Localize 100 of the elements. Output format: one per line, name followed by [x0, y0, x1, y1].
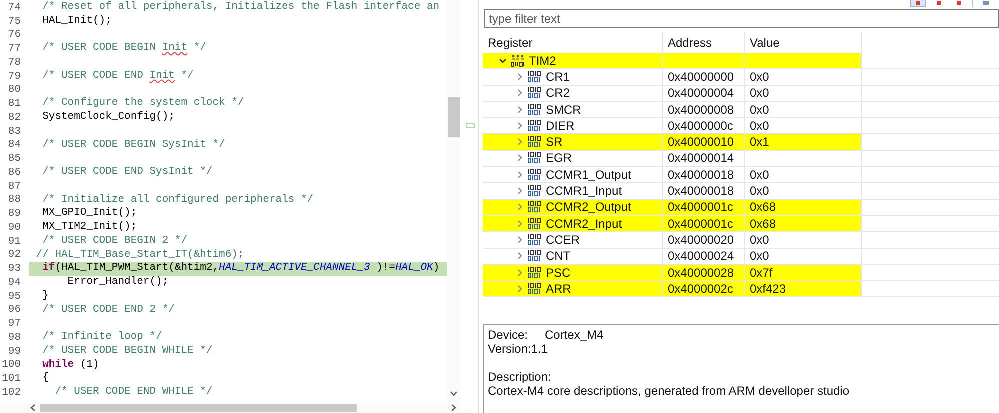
- register-value: 0xf423: [750, 282, 786, 296]
- register-value: 0x68: [750, 200, 776, 214]
- register-row[interactable]: SR 0x40000010 0x1: [483, 134, 862, 150]
- register-name: SR: [546, 135, 563, 150]
- line-number: 82: [7, 112, 22, 124]
- code-line: /* USER CODE END Init */: [42, 70, 194, 84]
- binary-icon: [528, 152, 542, 164]
- register-row[interactable]: CR1 0x40000000 0x0: [483, 69, 862, 85]
- code-line: /* USER CODE BEGIN Init */: [42, 42, 206, 56]
- register-address: 0x40000000: [668, 70, 734, 84]
- code-line: /* USER CODE END 2 */: [42, 304, 175, 318]
- binary-icon: [528, 120, 542, 132]
- register-address: 0x40000008: [668, 102, 734, 117]
- line-number: 84: [7, 139, 22, 152]
- register-name: PSC: [546, 266, 571, 280]
- register-address: 0x4000001c: [668, 200, 734, 214]
- register-address: 0x40000020: [668, 232, 734, 247]
- vertical-scrollbar[interactable]: [447, 0, 461, 403]
- line-number: 99: [7, 346, 22, 358]
- binary-icon: [528, 218, 542, 230]
- device-name: Cortex_M4: [545, 328, 604, 342]
- register-name: CR1: [546, 70, 570, 84]
- register-row[interactable]: CCMR2_Input 0x4000001c 0x68: [483, 216, 862, 232]
- register-name: TIM2: [529, 54, 556, 68]
- binary-icon: [528, 104, 542, 116]
- scrollbar-thumb[interactable]: [40, 404, 357, 412]
- register-value: 0x0: [750, 232, 770, 247]
- chevron-right-icon[interactable]: [516, 170, 524, 179]
- register-value: 0x0: [750, 102, 770, 117]
- scroll-left-icon[interactable]: [30, 404, 36, 412]
- code-line: // HAL_TIM_Base_Start_IT(&htim6);: [35, 248, 244, 262]
- horizontal-scrollbar[interactable]: [0, 403, 461, 413]
- code-editor[interactable]: [0, 0, 461, 413]
- line-number: 88: [7, 194, 22, 206]
- chevron-right-icon[interactable]: [516, 236, 524, 244]
- register-value: 0x0: [750, 168, 770, 182]
- chevron-right-icon[interactable]: [516, 220, 524, 228]
- version-label: Version:: [488, 342, 532, 356]
- register-row[interactable]: ARR 0x4000002c 0xf423: [483, 281, 862, 296]
- chevron-right-icon[interactable]: [516, 154, 524, 162]
- description-text: Cortex-M4 core descriptions, generated from ARM develloper studio: [488, 384, 850, 398]
- register-row[interactable]: PSC 0x40000028 0x7f: [483, 264, 862, 280]
- register-row[interactable]: CCER 0x40000020 0x0: [483, 232, 862, 248]
- register-row[interactable]: CNT 0x40000024 0x0: [483, 248, 862, 264]
- register-row[interactable]: CCMR1_Output 0x40000018 0x0: [483, 167, 862, 182]
- register-row[interactable]: CCMR1_Input 0x40000018 0x0: [483, 183, 862, 199]
- register-value: 0x0: [750, 86, 770, 100]
- chevron-right-icon[interactable]: [516, 268, 524, 276]
- chevron-right-icon[interactable]: [516, 106, 524, 114]
- code-line: /* USER CODE BEGIN 2 */: [42, 234, 188, 248]
- line-number: 94: [7, 276, 22, 289]
- code-line: /* Initialize all configured peripherals */: [42, 194, 314, 207]
- code-line: if(HAL_TIM_PWM_Start(&htim2,HAL_TIM_ACTIVE_CHANNEL_3 )!=HAL_OK): [42, 262, 440, 276]
- chevron-right-icon[interactable]: [516, 122, 524, 130]
- register-name: ARR: [546, 282, 572, 296]
- code-line: SystemClock_Config();: [42, 111, 175, 125]
- register-row[interactable]: DIER 0x4000000c 0x0: [483, 118, 862, 134]
- line-number: 77: [7, 43, 22, 56]
- register-value: 0x0: [750, 249, 770, 264]
- line-number: 95: [7, 290, 22, 303]
- scroll-right-icon[interactable]: [451, 404, 457, 412]
- chevron-right-icon[interactable]: [516, 89, 524, 98]
- code-line: /* USER CODE BEGIN WHILE */: [42, 344, 213, 358]
- register-name: CNT: [546, 249, 571, 264]
- register-value: 0x1: [750, 135, 770, 150]
- scroll-down-icon[interactable]: [450, 391, 458, 397]
- register-name: EGR: [546, 151, 572, 166]
- register-row[interactable]: SMCR 0x40000008 0x0: [483, 102, 862, 118]
- code-line: /* USER CODE END WHILE */: [54, 386, 213, 400]
- line-number: 102: [1, 386, 22, 399]
- register-row[interactable]: CCMR2_Output 0x4000001c 0x68: [483, 200, 862, 215]
- code-line: /* Configure the system clock */: [42, 97, 244, 111]
- toolbar-button[interactable]: [910, 0, 926, 7]
- code-line: /* USER CODE BEGIN SysInit */: [42, 138, 226, 152]
- line-number: 92: [7, 249, 22, 262]
- chevron-right-icon[interactable]: [516, 72, 524, 81]
- register-name: CCMR2_Output: [546, 200, 632, 214]
- chevron-right-icon[interactable]: [516, 203, 524, 212]
- chevron-down-icon[interactable]: [499, 56, 507, 65]
- register-name: CCMR1_Output: [546, 168, 632, 182]
- register-row[interactable]: TIM2: [483, 53, 862, 68]
- line-number: 83: [7, 126, 22, 138]
- peripheral-icon: [511, 54, 525, 67]
- register-name: CR2: [546, 86, 570, 100]
- register-name: DIER: [546, 118, 575, 133]
- register-row[interactable]: EGR 0x40000014: [483, 150, 862, 166]
- register-name: CCMR2_Input: [546, 216, 622, 231]
- line-number: 100: [1, 359, 22, 372]
- chevron-right-icon[interactable]: [516, 187, 524, 196]
- scrollbar-thumb[interactable]: [448, 97, 460, 137]
- register-address: 0x4000000c: [668, 118, 734, 133]
- chevron-right-icon[interactable]: [516, 252, 524, 260]
- register-row[interactable]: CR2 0x40000004 0x0: [483, 86, 862, 101]
- line-number: 89: [7, 208, 22, 220]
- line-number: 78: [7, 56, 22, 69]
- binary-icon: [528, 266, 542, 278]
- chevron-right-icon[interactable]: [516, 284, 524, 293]
- chevron-right-icon[interactable]: [516, 138, 524, 146]
- filter-field[interactable]: type filter text: [484, 9, 999, 28]
- code-line: while (1): [42, 358, 100, 372]
